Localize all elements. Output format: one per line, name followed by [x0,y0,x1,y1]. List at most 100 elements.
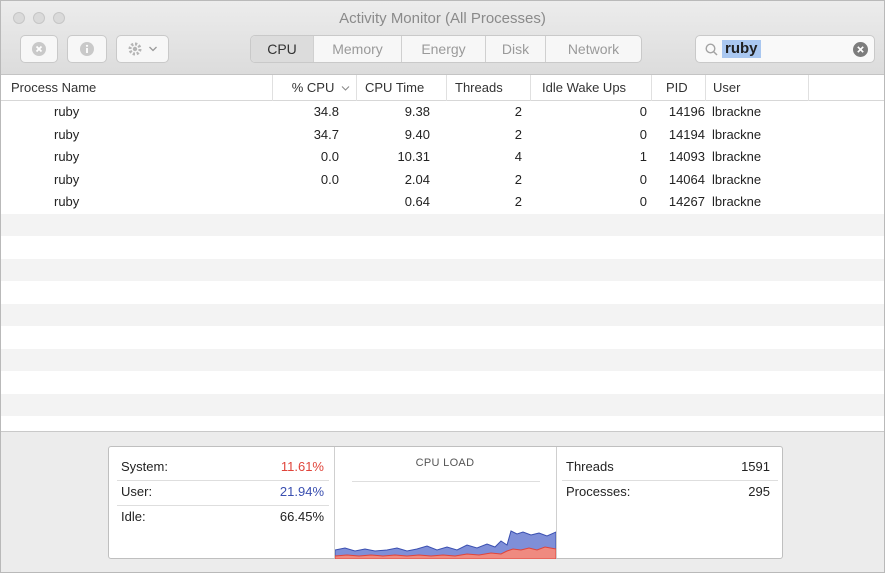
process-name-cell: ruby [54,194,80,209]
cpu-time-cell: 9.38 [404,104,430,119]
table-row[interactable]: ruby 0.64 2 0 14267 lbrackne [1,191,884,214]
inspect-process-button[interactable] [67,35,107,63]
cpu-summary-panel: System: 11.61% User: 21.94% Idle: 66.45%… [108,446,783,559]
idle-wake-ups-cell: 0 [639,126,647,142]
cpu-cell: 0.0 [320,171,339,187]
cpu-time-cell: 2.04 [404,171,430,187]
column-header-idle-wake-ups[interactable]: Idle Wake Ups [531,75,652,101]
user-cell: lbrackne [712,126,762,142]
process-name-cell: ruby [54,126,80,142]
cpu-cell: 34.8 [313,104,339,119]
table-header: Process Name % CPU CPU Time Threads Idle… [1,75,884,101]
process-name-cell: ruby [54,149,80,164]
threads-cell: 2 [514,171,522,187]
threads-cell: 4 [514,149,522,164]
divider [562,480,778,481]
process-name-cell: ruby [54,104,80,119]
divider [556,447,557,558]
column-header-cpu[interactable]: % CPU [273,75,357,101]
tab-memory[interactable]: Memory [313,36,401,62]
search-query[interactable]: ruby [722,40,761,58]
cpu-load-graph [335,530,556,559]
column-label: Idle Wake Ups [542,80,627,95]
column-label: Process Name [11,80,97,95]
threads-cell: 2 [514,104,522,119]
table-row[interactable]: ruby 0.0 10.31 4 1 14093 lbrackne [1,146,884,169]
column-label: PID [666,80,688,95]
pid-cell: 14267 [668,194,705,209]
info-icon [80,42,94,56]
tab-energy[interactable]: Energy [401,36,485,62]
column-label: CPU Time [365,80,425,95]
idle-wake-ups-cell: 0 [639,171,647,187]
clear-icon [857,46,864,53]
pid-cell: 14196 [668,104,705,119]
stop-process-icon [32,42,46,56]
cpu-cell [273,191,339,213]
column-label: Threads [455,80,503,95]
tab-disk[interactable]: Disk [485,36,545,62]
chevron-down-icon [149,46,157,52]
window-title: Activity Monitor (All Processes) [339,10,546,27]
user-cell: lbrackne [712,171,762,187]
cpu-summary-area: System: 11.61% User: 21.94% Idle: 66.45%… [1,431,884,572]
user-cell: lbrackne [712,104,762,119]
empty-row [1,348,884,371]
column-header-pid[interactable]: PID [652,75,706,101]
pid-cell: 14194 [668,126,705,142]
divider [117,505,329,506]
tab-network[interactable]: Network [545,36,641,62]
column-header-user[interactable]: User [706,75,809,101]
pid-cell: 14093 [668,149,705,164]
processes-label: Processes: [566,484,631,499]
activity-monitor-window: Activity Monitor (All Processes) CPU Mem… [0,0,885,573]
idle-wake-ups-cell: 1 [639,149,647,164]
empty-row [1,213,884,236]
threads-label: Threads [566,459,614,474]
system-label: System: [121,459,168,474]
user-label: User: [121,484,153,499]
threads-cell: 2 [514,194,522,209]
search-icon [705,43,718,56]
threads-value: 1591 [741,459,770,474]
tab-cpu[interactable]: CPU [251,36,313,62]
user-cell: lbrackne [712,149,762,164]
stop-process-button[interactable] [20,35,58,63]
table-row[interactable]: ruby 34.8 9.38 2 0 14196 lbrackne [1,101,884,124]
process-name-cell: ruby [54,171,80,187]
cpu-cell: 0.0 [320,149,339,164]
user-cell: lbrackne [712,194,762,209]
toolbar: Activity Monitor (All Processes) CPU Mem… [1,1,884,75]
cpu-load-title: CPU LOAD [415,457,475,469]
user-value: 21.94% [279,484,324,499]
empty-row [1,393,884,416]
cpu-time-cell: 0.64 [404,194,430,209]
sort-descending-icon [341,86,350,91]
search-field[interactable]: ruby [695,35,875,63]
cpu-cell: 34.7 [313,126,339,142]
empty-row [1,303,884,326]
column-header-threads[interactable]: Threads [447,75,531,101]
cpu-time-cell: 9.40 [404,126,430,142]
view-tabs: CPU Memory Energy Disk Network [250,35,642,63]
table-row[interactable]: ruby 0.0 2.04 2 0 14064 lbrackne [1,169,884,192]
idle-wake-ups-cell: 0 [639,194,647,209]
column-header-cpu-time[interactable]: CPU Time [357,75,447,101]
divider [352,481,540,482]
column-label: % CPU [291,80,335,95]
idle-wake-ups-cell: 0 [639,104,647,119]
table-row[interactable]: ruby 34.7 9.40 2 0 14194 lbrackne [1,124,884,147]
process-table: ruby 34.8 9.38 2 0 14196 lbrackne ruby 3… [1,101,884,431]
system-value: 11.61% [280,459,324,474]
threads-cell: 2 [514,126,522,142]
column-label: User [713,80,741,95]
idle-label: Idle: [121,509,146,524]
cpu-time-cell: 10.31 [397,149,430,164]
divider [117,480,329,481]
clear-search-button[interactable] [853,42,868,57]
column-header-process-name[interactable]: Process Name [1,75,273,101]
empty-row [1,258,884,281]
action-menu-button[interactable] [116,35,169,63]
processes-value: 295 [748,484,770,499]
gear-icon [128,42,142,56]
